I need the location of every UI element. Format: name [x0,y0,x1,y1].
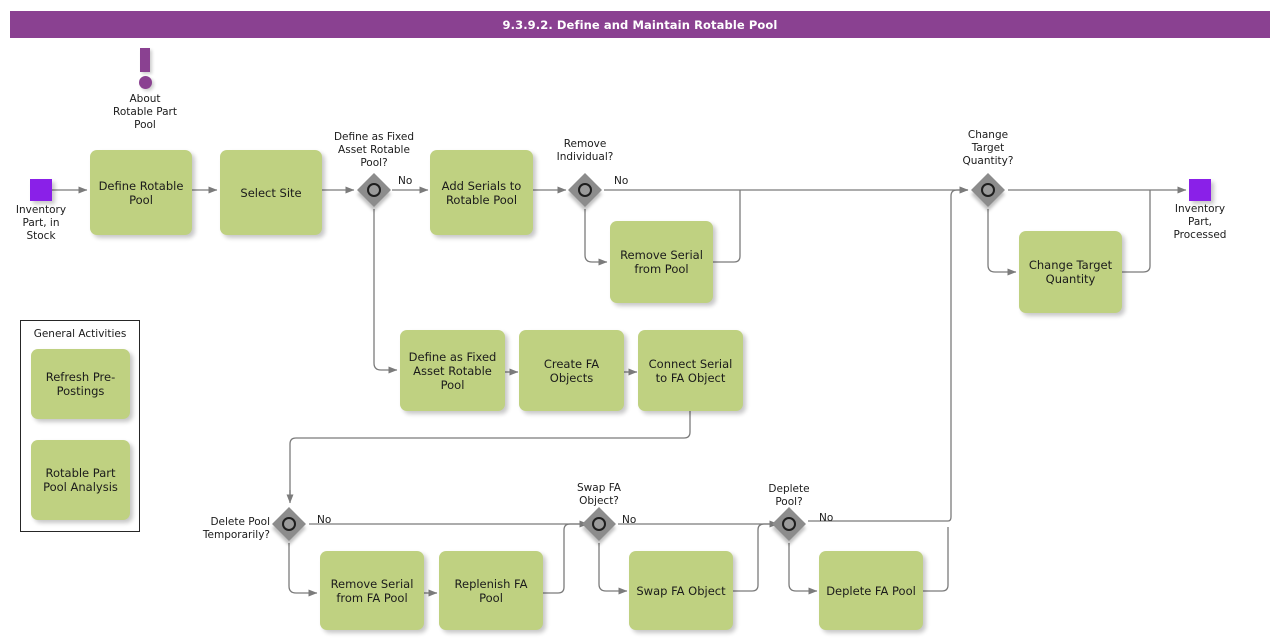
general-activities-title: General Activities [10,328,150,340]
about-rotable-part-pool-icon[interactable] [128,48,168,94]
task-change-target-quantity[interactable]: Change Target Quantity [1019,231,1122,313]
note-line-3: Pool [85,119,205,132]
task-replenish-fa-pool[interactable]: Replenish FA Pool [439,551,543,630]
start-event-label: Inventory Part, in Stock [0,204,86,243]
task-swap-fa-object[interactable]: Swap FA Object [629,551,733,630]
task-add-serials-to-rotable-pool[interactable]: Add Serials to Rotable Pool [430,150,533,235]
task-create-fa-objects[interactable]: Create FA Objects [519,330,624,411]
gateway-delete-pool-temporarily[interactable] [272,507,306,541]
edge-label-gw4-no: No [317,514,331,526]
task-select-site[interactable]: Select Site [220,150,322,235]
gateway-ring-icon [367,183,381,197]
task-connect-serial-to-fa-object[interactable]: Connect Serial to FA Object [638,330,743,411]
gateway-remove-individual[interactable] [568,173,602,207]
about-rotable-part-pool-label: About Rotable Part Pool [85,93,205,132]
gateway-define-as-fixed-asset-rotable-pool-label: Define as Fixed Asset Rotable Pool? [314,131,434,170]
diagram-canvas: 9.3.9.2. Define and Maintain Rotable Poo… [0,0,1280,640]
gw2-line-2: Individual? [525,151,645,164]
gw6-line-1: Deplete [729,483,849,496]
task-deplete-fa-pool[interactable]: Deplete FA Pool [819,551,923,630]
task-define-as-fixed-asset-rotable-pool[interactable]: Define as Fixed Asset Rotable Pool [400,330,505,411]
gateway-ring-icon [981,183,995,197]
edge-label-gw6-no: No [819,512,833,524]
task-rotable-part-pool-analysis[interactable]: Rotable Part Pool Analysis [31,440,130,520]
end-label-line-2: Part, [1155,216,1245,229]
start-label-line-1: Inventory [0,204,86,217]
gw5-line-2: Object? [539,495,659,508]
end-event-label: Inventory Part, Processed [1155,203,1245,242]
gateway-change-target-quantity-label: Change Target Quantity? [928,129,1048,168]
edge-label-gw2-no: No [614,175,628,187]
gw4-line-2: Temporarily? [148,529,270,542]
exclamation-bar-icon [140,48,150,72]
end-label-line-3: Processed [1155,229,1245,242]
edge-label-gw1-no: No [398,175,412,187]
gw1-line-3: Pool? [314,157,434,170]
gateway-delete-pool-temporarily-label: Delete Pool Temporarily? [148,516,270,542]
gw2-line-1: Remove [525,138,645,151]
gateway-swap-fa-object[interactable] [582,507,616,541]
edge-label-gw5-no: No [622,514,636,526]
gateway-swap-fa-object-label: Swap FA Object? [539,482,659,508]
gateway-deplete-pool-label: Deplete Pool? [729,483,849,509]
gw3-line-2: Target [928,142,1048,155]
note-line-2: Rotable Part [85,106,205,119]
task-refresh-pre-postings[interactable]: Refresh Pre-Postings [31,349,130,419]
gateway-define-as-fixed-asset-rotable-pool[interactable] [357,173,391,207]
gateway-ring-icon [782,517,796,531]
gw1-line-2: Asset Rotable [314,144,434,157]
gateway-ring-icon [578,183,592,197]
end-label-line-1: Inventory [1155,203,1245,216]
gw5-line-1: Swap FA [539,482,659,495]
task-remove-serial-from-pool[interactable]: Remove Serial from Pool [610,221,713,303]
end-event-inventory-part-processed[interactable] [1189,179,1211,201]
gateway-ring-icon [282,517,296,531]
task-define-rotable-pool[interactable]: Define Rotable Pool [90,150,192,235]
gw4-line-1: Delete Pool [148,516,270,529]
gw3-line-1: Change [928,129,1048,142]
note-line-1: About [85,93,205,106]
start-label-line-3: Stock [0,230,86,243]
gateway-remove-individual-label: Remove Individual? [525,138,645,164]
exclamation-dot-icon [139,76,152,89]
start-label-line-2: Part, in [0,217,86,230]
gateway-deplete-pool[interactable] [772,507,806,541]
start-event-inventory-part-in-stock[interactable] [30,179,52,201]
gw6-line-2: Pool? [729,496,849,509]
gateway-change-target-quantity[interactable] [971,173,1005,207]
gw3-line-3: Quantity? [928,155,1048,168]
gateway-ring-icon [592,517,606,531]
gw1-line-1: Define as Fixed [314,131,434,144]
task-remove-serial-from-fa-pool[interactable]: Remove Serial from FA Pool [320,551,424,630]
page-title: 9.3.9.2. Define and Maintain Rotable Poo… [10,11,1270,38]
